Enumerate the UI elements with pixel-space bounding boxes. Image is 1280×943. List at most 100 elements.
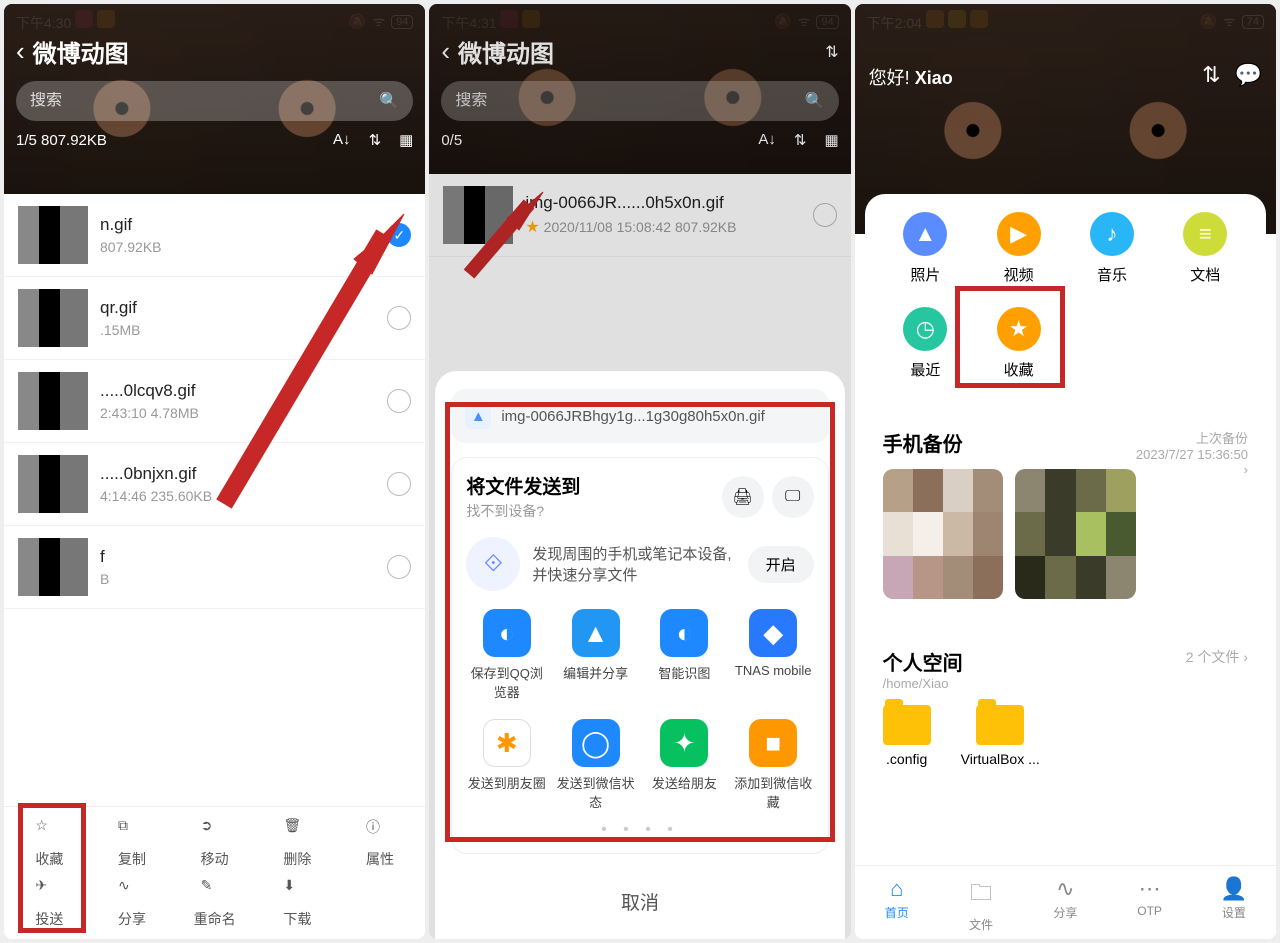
app-icon-3 bbox=[970, 10, 988, 28]
folder-item[interactable]: .config bbox=[883, 705, 931, 767]
share-app[interactable]: ◐ 智能识图 bbox=[644, 609, 725, 701]
bottom-nav: ⌂ 首页 🗀 文件 ∿ 分享 ⋯ OTP 👤 设置 bbox=[855, 865, 1276, 939]
app-icon: ✱ bbox=[483, 719, 531, 767]
share-app[interactable]: ◐ 保存到QQ浏览器 bbox=[466, 609, 547, 701]
tab-分享[interactable]: ∿ 分享 bbox=[1023, 866, 1107, 939]
select-checkbox[interactable] bbox=[387, 555, 411, 579]
battery-indicator: 94 bbox=[391, 15, 413, 29]
file-name: f bbox=[100, 547, 375, 567]
phone-share-sheet: 下午4:31 🔕 ᯤ 94 ‹ 微博动图 ⇅ 🔍 0/5 A↓ bbox=[429, 4, 850, 939]
phone-home: 下午2:04 🔕 ᯤ 74 您好! Xiao ⇅ 💬 ▲ 照片 ▶ bbox=[855, 4, 1276, 939]
app-icon: ◯ bbox=[572, 719, 620, 767]
file-thumbnail bbox=[18, 455, 88, 513]
search-icon[interactable]: 🔍 bbox=[379, 91, 399, 111]
action-cast[interactable]: ✈投送 bbox=[8, 877, 91, 929]
send-subtitle[interactable]: 找不到设备? bbox=[466, 501, 580, 521]
share-app[interactable]: ✱ 发送到朋友圈 bbox=[466, 719, 547, 811]
backup-card[interactable]: 上次备份 2023/7/27 15:36:50 › 手机备份 bbox=[865, 410, 1266, 617]
folder-item[interactable]: VirtualBox ... bbox=[961, 705, 1040, 767]
search-bar[interactable]: 🔍 bbox=[16, 81, 413, 121]
file-list: n.gif 807.92KB qr.gif .15MB .....0lcqv8.… bbox=[4, 194, 425, 806]
file-item[interactable]: .....0bnjxn.gif 4:14:46 235.60KB bbox=[4, 443, 425, 526]
action-rename[interactable]: ✎重命名 bbox=[173, 877, 256, 929]
battery-indicator: 74 bbox=[1242, 15, 1264, 29]
category-最近[interactable]: ◷ 最近 bbox=[883, 307, 968, 380]
category-label: 文档 bbox=[1190, 264, 1220, 285]
app-label: 发送到微信状态 bbox=[555, 773, 636, 811]
action-info[interactable]: ⓘ属性 bbox=[339, 817, 422, 869]
send-title: 将文件发送到 bbox=[466, 472, 580, 499]
share-app[interactable]: ◆ TNAS mobile bbox=[733, 609, 814, 701]
file-name: n.gif bbox=[100, 215, 375, 235]
file-info: .15MB bbox=[100, 322, 375, 338]
category-label: 收藏 bbox=[1004, 359, 1034, 380]
action-delete[interactable]: 🗑删除 bbox=[256, 817, 339, 869]
select-checkbox[interactable] bbox=[387, 223, 411, 247]
category-label: 音乐 bbox=[1097, 264, 1127, 285]
file-item[interactable]: qr.gif .15MB bbox=[4, 277, 425, 360]
app-icon: ✦ bbox=[660, 719, 708, 767]
page-indicator: • • • • bbox=[466, 821, 813, 839]
category-收藏[interactable]: ★ 收藏 bbox=[976, 307, 1061, 380]
username: Xiao bbox=[915, 68, 953, 88]
selection-counter: 1/5 807.92KB bbox=[16, 132, 107, 149]
category-视频[interactable]: ▶ 视频 bbox=[976, 212, 1061, 285]
phone-file-selection: 下午4:30 🔕 ᯤ 94 ‹ 微博动图 🔍 1/5 807.92KB bbox=[4, 4, 425, 939]
file-thumbnail bbox=[18, 289, 88, 347]
tab-icon: ∿ bbox=[1056, 876, 1074, 902]
share-app[interactable]: ◯ 发送到微信状态 bbox=[555, 719, 636, 811]
file-info: B bbox=[100, 571, 375, 587]
sort-icon[interactable]: A↓ bbox=[333, 131, 351, 149]
app-icon-2 bbox=[97, 10, 115, 28]
share-apps-grid: ◐ 保存到QQ浏览器 ▲ 编辑并分享 ◐ 智能识图 ◆ TNAS mobile … bbox=[466, 609, 813, 811]
wifi-icon: ᯤ bbox=[372, 12, 385, 31]
app-label: 编辑并分享 bbox=[563, 663, 628, 682]
action-download[interactable]: ⬇下载 bbox=[256, 877, 339, 929]
action-share[interactable]: ∿分享 bbox=[91, 877, 174, 929]
category-照片[interactable]: ▲ 照片 bbox=[883, 212, 968, 285]
share-app[interactable]: ■ 添加到微信收藏 bbox=[733, 719, 814, 811]
app-label: 保存到QQ浏览器 bbox=[466, 663, 547, 701]
modal-backdrop[interactable]: ▲ img-0066JRBhgy1g...1g30g80h5x0n.gif 将文… bbox=[429, 4, 850, 939]
back-icon[interactable]: ‹ bbox=[16, 36, 25, 67]
send-to-card: 将文件发送到 找不到设备? 🖨 🖵 ⟐ 发现周围的手机或笔记本设备, 并快速分享… bbox=[451, 457, 828, 854]
action-copy[interactable]: ⧉复制 bbox=[91, 817, 174, 869]
screen-icon[interactable]: 🖵 bbox=[772, 476, 814, 518]
printer-icon[interactable]: 🖨 bbox=[722, 476, 764, 518]
select-checkbox[interactable] bbox=[387, 306, 411, 330]
tab-首页[interactable]: ⌂ 首页 bbox=[855, 866, 939, 939]
action-favorite[interactable]: ☆收藏 bbox=[8, 817, 91, 869]
mute-icon: 🔕 bbox=[349, 13, 366, 30]
file-item[interactable]: f B bbox=[4, 526, 425, 609]
tab-文件[interactable]: 🗀 文件 bbox=[939, 866, 1023, 939]
app-label: 智能识图 bbox=[658, 663, 710, 682]
discover-text: 发现周围的手机或笔记本设备, 并快速分享文件 bbox=[532, 543, 735, 585]
app-icon-1 bbox=[75, 10, 93, 28]
category-icon: ◷ bbox=[903, 307, 947, 351]
backup-thumbnail bbox=[1015, 469, 1136, 599]
app-icon: ◆ bbox=[749, 609, 797, 657]
file-name: qr.gif bbox=[100, 298, 375, 318]
file-info: 4:14:46 235.60KB bbox=[100, 488, 375, 504]
select-checkbox[interactable] bbox=[387, 472, 411, 496]
cancel-button[interactable]: 取消 bbox=[451, 868, 828, 921]
file-item[interactable]: .....0lcqv8.gif 2:43:10 4.78MB bbox=[4, 360, 425, 443]
personal-space-card[interactable]: 2 个文件 › 个人空间 /home/Xiao .config VirtualB… bbox=[865, 629, 1266, 785]
file-item[interactable]: n.gif 807.92KB bbox=[4, 194, 425, 277]
action-move[interactable]: ➲移动 bbox=[173, 817, 256, 869]
filter-icon[interactable]: ⇅ bbox=[369, 131, 382, 149]
app-icon: ■ bbox=[749, 719, 797, 767]
open-button[interactable]: 开启 bbox=[748, 546, 814, 583]
tab-OTP[interactable]: ⋯ OTP bbox=[1107, 866, 1191, 939]
category-音乐[interactable]: ♪ 音乐 bbox=[1069, 212, 1154, 285]
search-input[interactable] bbox=[30, 92, 379, 110]
app-icon: ◐ bbox=[483, 609, 531, 657]
select-checkbox[interactable] bbox=[387, 389, 411, 413]
tab-设置[interactable]: 👤 设置 bbox=[1192, 866, 1276, 939]
grid-icon[interactable]: ▦ bbox=[399, 131, 413, 149]
transfer-icon[interactable]: ⇅ bbox=[1202, 62, 1220, 88]
chat-icon[interactable]: 💬 bbox=[1235, 62, 1262, 88]
share-app[interactable]: ✦ 发送给朋友 bbox=[644, 719, 725, 811]
category-文档[interactable]: ≡ 文档 bbox=[1163, 212, 1248, 285]
share-app[interactable]: ▲ 编辑并分享 bbox=[555, 609, 636, 701]
